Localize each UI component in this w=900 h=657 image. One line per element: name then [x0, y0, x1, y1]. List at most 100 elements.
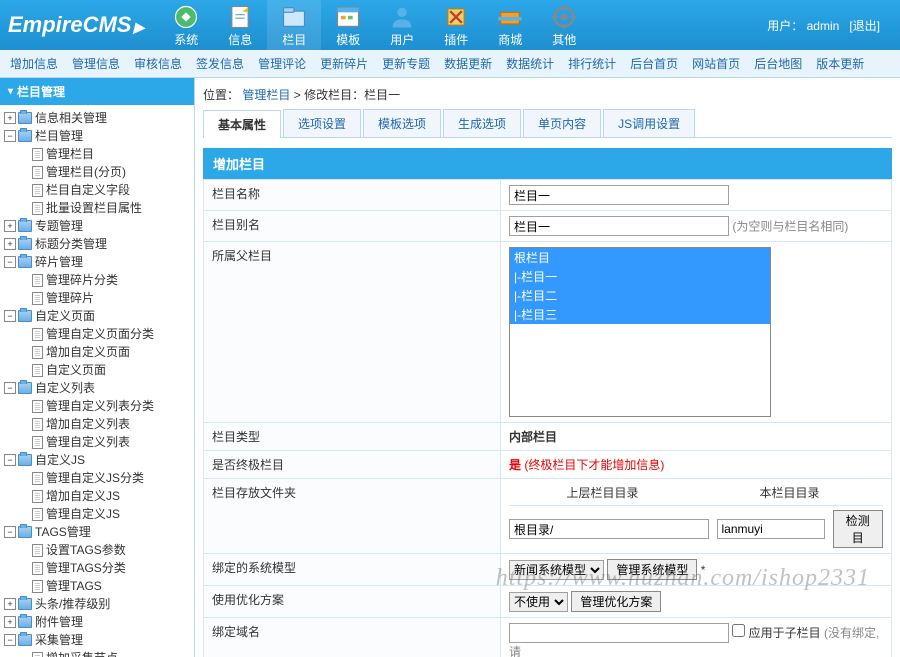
- domain-input[interactable]: [509, 623, 729, 643]
- subnav-数据更新[interactable]: 数据更新: [444, 55, 492, 72]
- subnav-审核信息[interactable]: 审核信息: [134, 55, 182, 72]
- model-select[interactable]: 新闻系统模型: [509, 560, 604, 580]
- tree-item[interactable]: 管理自定义页面分类: [2, 325, 192, 343]
- tree-item[interactable]: 管理TAGS分类: [2, 559, 192, 577]
- tree-item[interactable]: 管理碎片分类: [2, 271, 192, 289]
- subnav-签发信息[interactable]: 签发信息: [196, 55, 244, 72]
- tab-模板选项[interactable]: 模板选项: [363, 109, 441, 137]
- logout-link[interactable]: [退出]: [849, 19, 880, 33]
- nav-用户[interactable]: 用户: [375, 0, 429, 52]
- tree-item[interactable]: 管理自定义JS分类: [2, 469, 192, 487]
- tree-toggle-icon[interactable]: −: [4, 130, 16, 142]
- parent-option[interactable]: |-栏目一: [510, 267, 770, 286]
- subnav-后台首页[interactable]: 后台首页: [630, 55, 678, 72]
- nav-栏目[interactable]: 栏目: [267, 0, 321, 52]
- tree-item[interactable]: 管理TAGS: [2, 577, 192, 595]
- subnav-管理信息[interactable]: 管理信息: [72, 55, 120, 72]
- tree-toggle-icon[interactable]: +: [4, 112, 16, 124]
- tree-item[interactable]: 栏目自定义字段: [2, 181, 192, 199]
- tree-item[interactable]: 管理自定义列表: [2, 433, 192, 451]
- sidebar-tree: +信息相关管理−栏目管理管理栏目管理栏目(分页)栏目自定义字段批量设置栏目属性+…: [0, 105, 194, 657]
- tree-toggle-icon[interactable]: +: [4, 220, 16, 232]
- tab-生成选项[interactable]: 生成选项: [443, 109, 521, 137]
- nav-icon: [442, 3, 470, 29]
- nav-插件[interactable]: 插件: [429, 0, 483, 52]
- folder-name-input[interactable]: [717, 519, 825, 539]
- subnav-版本更新[interactable]: 版本更新: [816, 55, 864, 72]
- tree-item[interactable]: 管理栏目(分页): [2, 163, 192, 181]
- subnav-数据统计[interactable]: 数据统计: [506, 55, 554, 72]
- opt-select[interactable]: 不使用: [509, 592, 568, 612]
- tree-item[interactable]: −TAGS管理: [2, 523, 192, 541]
- name-input[interactable]: [509, 185, 729, 205]
- tree-item[interactable]: +信息相关管理: [2, 109, 192, 127]
- tab-单页内容[interactable]: 单页内容: [523, 109, 601, 137]
- subnav-更新专题[interactable]: 更新专题: [382, 55, 430, 72]
- tab-基本属性[interactable]: 基本属性: [203, 110, 281, 138]
- tree-item[interactable]: 管理自定义JS: [2, 505, 192, 523]
- tree-toggle-icon[interactable]: −: [4, 310, 16, 322]
- tree-item[interactable]: 增加自定义列表: [2, 415, 192, 433]
- tree-item[interactable]: −栏目管理: [2, 127, 192, 145]
- subnav-管理评论[interactable]: 管理评论: [258, 55, 306, 72]
- tree-item[interactable]: 管理碎片: [2, 289, 192, 307]
- subnav-后台地图[interactable]: 后台地图: [754, 55, 802, 72]
- tab-JS调用设置[interactable]: JS调用设置: [603, 109, 695, 137]
- tree-toggle-icon[interactable]: +: [4, 238, 16, 250]
- opt-label: 使用优化方案: [204, 586, 501, 618]
- tree-toggle-icon[interactable]: +: [4, 616, 16, 628]
- parent-option[interactable]: 根栏目: [510, 248, 770, 267]
- manage-model-button[interactable]: 管理系统模型: [607, 559, 697, 580]
- subnav-更新碎片[interactable]: 更新碎片: [320, 55, 368, 72]
- nav-系统[interactable]: 系统: [159, 0, 213, 52]
- tree-item[interactable]: 增加自定义JS: [2, 487, 192, 505]
- tree-item[interactable]: 增加自定义页面: [2, 343, 192, 361]
- tree-item[interactable]: 设置TAGS参数: [2, 541, 192, 559]
- tree-item[interactable]: +专题管理: [2, 217, 192, 235]
- nav-模板[interactable]: 模板: [321, 0, 375, 52]
- nav-其他[interactable]: 其他: [537, 0, 591, 52]
- nav-商城[interactable]: 商城: [483, 0, 537, 52]
- folder-icon: [18, 526, 32, 538]
- parent-option[interactable]: |-栏目二: [510, 286, 770, 305]
- subnav-网站首页[interactable]: 网站首页: [692, 55, 740, 72]
- tree-item[interactable]: +标题分类管理: [2, 235, 192, 253]
- top-header: EmpireCMS▶ 系统信息栏目模板用户插件商城其他 用户： admin [退…: [0, 0, 900, 50]
- tree-item[interactable]: −自定义列表: [2, 379, 192, 397]
- nav-信息[interactable]: 信息: [213, 0, 267, 52]
- parent-option[interactable]: |-栏目三: [510, 305, 770, 324]
- nav-icon: [172, 3, 200, 29]
- user-link[interactable]: admin: [807, 19, 840, 33]
- breadcrumb-link[interactable]: 管理栏目: [242, 88, 290, 102]
- tree-item[interactable]: −自定义页面: [2, 307, 192, 325]
- tree-toggle-icon[interactable]: −: [4, 526, 16, 538]
- tree-toggle-icon[interactable]: −: [4, 382, 16, 394]
- tree-item[interactable]: 增加采集节点: [2, 649, 192, 657]
- tree-item[interactable]: +附件管理: [2, 613, 192, 631]
- tree-toggle-icon[interactable]: +: [4, 598, 16, 610]
- tree-item[interactable]: 批量设置栏目属性: [2, 199, 192, 217]
- folder-parent-input[interactable]: [509, 519, 709, 539]
- tree-item[interactable]: 管理自定义列表分类: [2, 397, 192, 415]
- tree-item[interactable]: −碎片管理: [2, 253, 192, 271]
- file-icon: [32, 184, 43, 197]
- subnav-排行统计[interactable]: 排行统计: [568, 55, 616, 72]
- tree-item[interactable]: −采集管理: [2, 631, 192, 649]
- alias-input[interactable]: [509, 216, 729, 236]
- check-folder-button[interactable]: 检测目: [833, 510, 884, 548]
- subnav-增加信息[interactable]: 增加信息: [10, 55, 58, 72]
- user-info: 用户： admin [退出]: [767, 17, 900, 34]
- tree-item[interactable]: +头条/推荐级别: [2, 595, 192, 613]
- tab-选项设置[interactable]: 选项设置: [283, 109, 361, 137]
- tree-item[interactable]: −自定义JS: [2, 451, 192, 469]
- tree-item[interactable]: 自定义页面: [2, 361, 192, 379]
- name-label: 栏目名称: [204, 180, 501, 211]
- file-icon: [32, 148, 43, 161]
- tree-item[interactable]: 管理栏目: [2, 145, 192, 163]
- tree-toggle-icon[interactable]: −: [4, 634, 16, 646]
- tree-toggle-icon[interactable]: −: [4, 256, 16, 268]
- tree-toggle-icon[interactable]: −: [4, 454, 16, 466]
- manage-opt-button[interactable]: 管理优化方案: [571, 591, 661, 612]
- parent-listbox[interactable]: 根栏目|-栏目一|-栏目二|-栏目三: [509, 247, 771, 417]
- domain-apply-checkbox[interactable]: [732, 624, 745, 637]
